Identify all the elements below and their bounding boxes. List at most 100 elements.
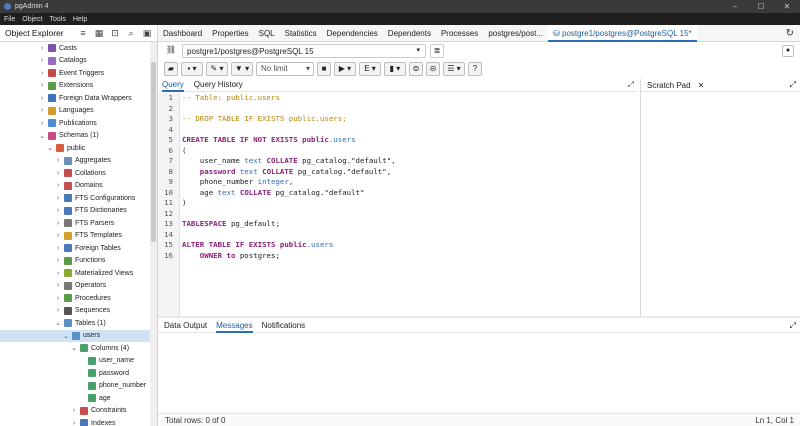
connection-select[interactable]: postgre1/postgres@PostgreSQL 15 ▾ [182, 44, 426, 58]
chevron-right-icon[interactable]: › [54, 270, 62, 277]
main-tab[interactable]: postgres/post... [483, 25, 548, 42]
tree-item[interactable]: › Catalogs [0, 55, 150, 68]
filter-icon[interactable]: ⊡ [109, 28, 121, 39]
save-file-icon[interactable]: ▪ ▾ [181, 62, 203, 76]
new-connection-icon[interactable]: ≣ [430, 44, 444, 58]
chevron-right-icon[interactable]: › [54, 307, 62, 314]
chevron-down-icon[interactable]: ⌄ [62, 332, 70, 340]
explain-icon[interactable]: E ▾ [359, 62, 381, 76]
chevron-right-icon[interactable]: › [54, 170, 62, 177]
tree-item[interactable]: ⌄ public [0, 142, 150, 155]
chevron-down-icon[interactable]: ⌄ [38, 132, 46, 140]
chevron-right-icon[interactable]: › [54, 207, 62, 214]
tree-item[interactable]: › Procedures [0, 292, 150, 305]
panel-splitter[interactable] [158, 316, 800, 318]
tree-item[interactable]: › FTS Dictionaries [0, 205, 150, 218]
tree-item[interactable]: › Event Triggers [0, 67, 150, 80]
tree-scrollbar[interactable] [150, 42, 157, 426]
menu-tools[interactable]: Tools [50, 16, 66, 23]
tree-scrollbar-thumb[interactable] [151, 62, 156, 242]
tree-item[interactable]: › Foreign Tables [0, 242, 150, 255]
chevron-right-icon[interactable]: › [54, 220, 62, 227]
filter-rows-icon[interactable]: ▼ ▾ [231, 62, 253, 76]
chevron-right-icon[interactable]: › [70, 407, 78, 414]
chevron-right-icon[interactable]: › [54, 195, 62, 202]
main-tab[interactable]: SQL [254, 25, 280, 42]
maximize-button[interactable]: ☐ [748, 0, 774, 13]
main-tab[interactable]: Properties [207, 25, 253, 42]
tree-item[interactable]: › Collations [0, 167, 150, 180]
tree-item[interactable]: › Sequences [0, 305, 150, 318]
edit-icon[interactable]: ✎ ▾ [206, 62, 228, 76]
minimize-button[interactable]: – [722, 0, 748, 13]
chevron-right-icon[interactable]: › [54, 282, 62, 289]
menu-object[interactable]: Object [22, 16, 42, 23]
tree-item[interactable]: › Aggregates [0, 155, 150, 168]
tree-item[interactable]: ⌄ Tables (1) [0, 317, 150, 330]
tab-query-history[interactable]: Query History [194, 79, 243, 92]
tree-item[interactable]: › Constraints [0, 405, 150, 418]
tree-item[interactable]: › FTS Configurations [0, 192, 150, 205]
tree-item[interactable]: age [0, 392, 150, 405]
tab-messages[interactable]: Messages [216, 319, 253, 333]
tree-item[interactable]: ⌄ users [0, 329, 150, 342]
close-icon[interactable]: ✕ [698, 81, 705, 90]
chevron-right-icon[interactable]: › [38, 57, 46, 64]
tree-item[interactable]: › Materialized Views [0, 267, 150, 280]
scratch-expand-icon[interactable]: ⤢ [790, 80, 796, 90]
tree-item[interactable]: › Languages [0, 105, 150, 118]
refresh-icon[interactable]: ↻ [786, 28, 794, 39]
expand-icon[interactable]: ⤢ [628, 80, 634, 90]
tree-item[interactable]: › Foreign Data Wrappers [0, 92, 150, 105]
main-tab[interactable]: Processes [436, 25, 483, 42]
tree-item[interactable]: ⌄ Columns (4) [0, 342, 150, 355]
tree-item[interactable]: password [0, 367, 150, 380]
chevron-right-icon[interactable]: › [54, 182, 62, 189]
chevron-right-icon[interactable]: › [70, 420, 78, 426]
chevron-right-icon[interactable]: › [38, 82, 46, 89]
stop-icon[interactable]: ■ [317, 62, 331, 76]
chevron-down-icon[interactable]: ⌄ [54, 319, 62, 327]
limit-select[interactable]: No limit ▾ [256, 62, 314, 76]
main-tab[interactable]: Statistics [280, 25, 322, 42]
database-icon[interactable]: ≡ [77, 28, 89, 39]
chevron-right-icon[interactable]: › [38, 95, 46, 102]
close-window-button[interactable]: ✕ [774, 0, 800, 13]
open-file-icon[interactable]: ▰ [164, 62, 178, 76]
tree-item[interactable]: › Casts [0, 42, 150, 55]
main-tab[interactable]: Dependencies [322, 25, 383, 42]
commit-icon[interactable]: ⊜ [409, 62, 423, 76]
code-area[interactable]: -- Table: public.users -- DROP TABLE IF E… [182, 93, 634, 261]
tree-item[interactable]: › Domains [0, 180, 150, 193]
chevron-right-icon[interactable]: › [38, 70, 46, 77]
execute-icon[interactable]: ▶ ▾ [334, 62, 356, 76]
table-grid-icon[interactable]: ▦ [93, 28, 105, 39]
menu-help[interactable]: Help [73, 16, 87, 23]
chevron-right-icon[interactable]: › [38, 120, 46, 127]
tree-item[interactable]: › Publications [0, 117, 150, 130]
tree-item[interactable]: ⌄ Schemas (1) [0, 130, 150, 143]
tab-query[interactable]: Query [162, 79, 184, 92]
output-expand-icon[interactable]: ⤢ [790, 321, 796, 331]
lock-icon[interactable]: ● [782, 45, 794, 57]
chevron-right-icon[interactable]: › [38, 107, 46, 114]
menu-file[interactable]: File [4, 16, 15, 23]
chevron-right-icon[interactable]: › [54, 257, 62, 264]
chevron-right-icon[interactable]: › [54, 245, 62, 252]
chevron-right-icon[interactable]: › [54, 232, 62, 239]
chevron-right-icon[interactable]: › [38, 45, 46, 52]
help-icon[interactable]: ? [468, 62, 482, 76]
tree-item[interactable]: › Extensions [0, 80, 150, 93]
tree-item[interactable]: › Functions [0, 255, 150, 268]
tree-item[interactable]: › FTS Parsers [0, 217, 150, 230]
main-tab[interactable]: Dependents [383, 25, 436, 42]
chevron-right-icon[interactable]: › [54, 157, 62, 164]
chevron-right-icon[interactable]: › [54, 295, 62, 302]
explain-analyze-icon[interactable]: ▮ ▾ [384, 62, 406, 76]
tab-data-output[interactable]: Data Output [164, 319, 207, 333]
tab-notifications[interactable]: Notifications [262, 319, 306, 333]
sql-editor[interactable]: 1 2 3 4 5 6 7 8 9 10 11 12 13 14 15 16 -- Table: public… [158, 93, 636, 316]
main-tab[interactable]: Dashboard [158, 25, 207, 42]
main-tab[interactable]: ⛁ postgre1/postgres@PostgreSQL 15* [548, 24, 697, 42]
tree-item[interactable]: › Operators [0, 280, 150, 293]
